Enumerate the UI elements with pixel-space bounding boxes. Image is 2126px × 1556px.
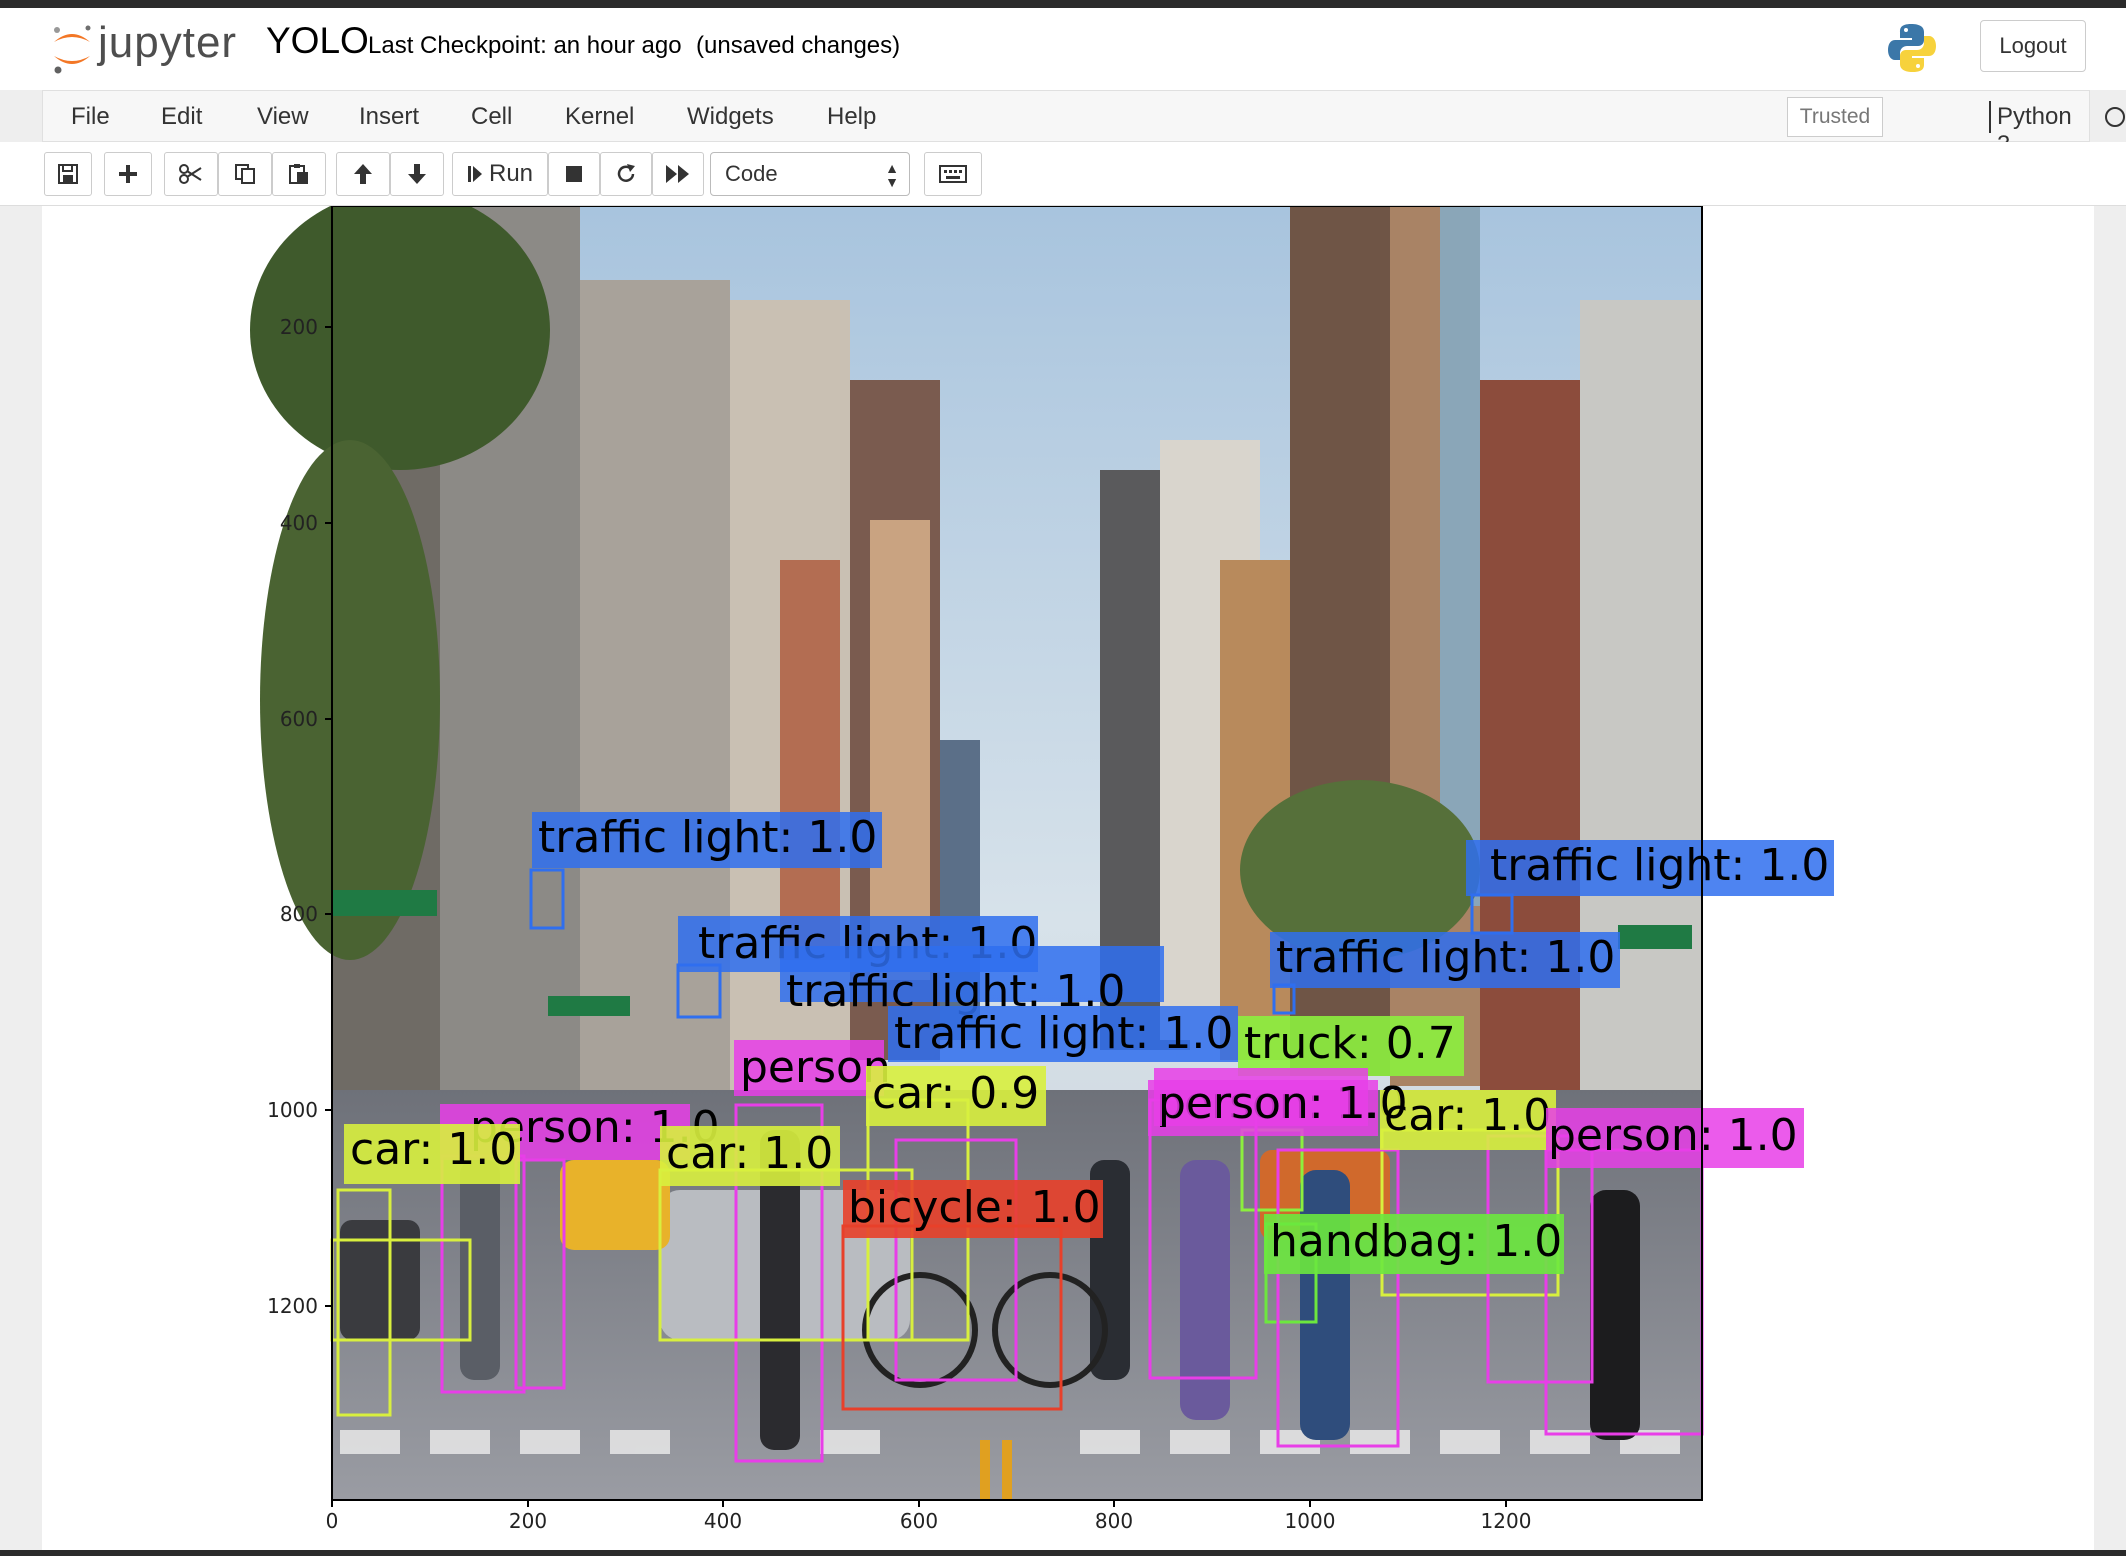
menu-kernel[interactable]: Kernel — [565, 103, 634, 131]
updown-caret-icon: ▲ ▼ — [885, 160, 899, 190]
detection-label: truck: 0.7 — [1238, 1016, 1464, 1076]
detection-label: car: 0.9 — [866, 1066, 1046, 1126]
restart-kernel-button[interactable] — [600, 152, 652, 196]
notebook-header: jupyter YOLO Last Checkpoint: an hour ag… — [0, 8, 2126, 90]
move-up-button[interactable] — [336, 152, 390, 196]
y-tick-label: 800 — [280, 902, 318, 926]
detection-label: bicycle: 1.0 — [843, 1180, 1103, 1238]
y-tick-label: 600 — [280, 707, 318, 731]
cell-type-select[interactable]: Code ▲ ▼ — [710, 152, 910, 196]
refresh-icon — [617, 164, 635, 182]
restart-run-all-button[interactable] — [652, 152, 704, 196]
trusted-badge[interactable]: Trusted — [1787, 97, 1883, 137]
autosave-status: (unsaved changes) — [696, 32, 901, 59]
detection-label-text: bicycle: 1.0 — [848, 1182, 1101, 1233]
detection-label-text: traffic light: 1.0 — [538, 812, 877, 863]
kernel-idle-indicator-icon — [2105, 107, 2125, 127]
scissors-icon — [179, 164, 202, 184]
detection-label-text: traffic light: 1.0 — [1276, 932, 1615, 983]
window-bottom-edge — [0, 1550, 2126, 1556]
detection-label-text: car: 1.0 — [1384, 1090, 1551, 1141]
detection-label-text: person: 1.0 — [1548, 1110, 1798, 1161]
move-down-button[interactable] — [390, 152, 444, 196]
plus-icon — [119, 165, 137, 183]
detection-label: traffic light: 1.0 — [1270, 932, 1620, 988]
run-button[interactable]: Run — [452, 152, 548, 196]
detection-label-text: truck: 0.7 — [1244, 1018, 1456, 1069]
menu-file[interactable]: File — [71, 103, 110, 131]
checkpoint-status: Last Checkpoint: an hour ago — [368, 32, 682, 59]
notebook-name[interactable]: YOLO — [266, 20, 369, 62]
x-tick-label: 400 — [704, 1509, 742, 1533]
detection-label: car: 1.0 — [660, 1126, 840, 1186]
detection-label: person: 1.0 — [1154, 1068, 1408, 1129]
detection-label-text: car: 0.9 — [872, 1068, 1039, 1119]
window-top-edge — [0, 0, 2126, 8]
paste-button[interactable] — [272, 152, 326, 196]
detection-label-text: car: 1.0 — [350, 1124, 517, 1175]
detection-label: traffic light: 1.0 — [888, 1006, 1238, 1062]
menu-help[interactable]: Help — [827, 103, 876, 131]
x-tick-label: 600 — [900, 1509, 938, 1533]
detection-label: handbag: 1.0 — [1264, 1214, 1564, 1274]
x-tick-label: 800 — [1095, 1509, 1133, 1533]
y-tick-label: 1200 — [267, 1294, 318, 1318]
toolbar: Run Code ▲ ▼ — [0, 142, 2126, 206]
fast-forward-icon — [666, 165, 689, 183]
menu-widgets[interactable]: Widgets — [687, 103, 774, 131]
cell-type-value: Code — [725, 161, 778, 186]
menu-cell[interactable]: Cell — [471, 103, 512, 131]
detection-label-text: person: 1.0 — [1158, 1078, 1408, 1129]
copy-icon — [235, 164, 255, 184]
python-logo-icon — [1888, 24, 1936, 72]
insert-cell-button[interactable] — [104, 152, 152, 196]
detection-label-text: handbag: 1.0 — [1270, 1216, 1562, 1267]
kernel-separator — [1989, 101, 1991, 133]
menu-insert[interactable]: Insert — [359, 103, 419, 131]
cut-button[interactable] — [164, 152, 218, 196]
detection-label-text: traffic light: 1.0 — [894, 1008, 1233, 1059]
run-label: Run — [488, 160, 534, 187]
save-icon — [58, 164, 78, 184]
menubar: File Edit View Insert Cell Kernel Widget… — [42, 90, 2125, 158]
detection-label: car: 1.0 — [344, 1124, 520, 1184]
detection-label: person: 1.0 — [1546, 1108, 1804, 1168]
arrow-down-icon — [408, 164, 426, 184]
interrupt-button[interactable] — [548, 152, 600, 196]
x-tick-label: 1200 — [1481, 1509, 1532, 1533]
step-forward-icon — [467, 166, 482, 182]
keyboard-icon — [939, 165, 967, 183]
detection-label-text: traffic light: 1.0 — [1490, 840, 1829, 891]
arrow-up-icon — [354, 164, 372, 184]
paste-icon — [289, 164, 308, 184]
detection-label: traffic light: 1.0 — [1466, 840, 1834, 896]
jupyter-logo-icon[interactable] — [50, 20, 94, 76]
copy-button[interactable] — [218, 152, 272, 196]
cell-output-plot: traffic light: 1.0 traffic light: 1.0 tr… — [250, 206, 1834, 1533]
x-axis: 0 200 400 600 800 1000 1200 — [326, 1500, 1532, 1533]
command-palette-button[interactable] — [924, 152, 982, 196]
x-tick-label: 0 — [326, 1509, 339, 1533]
detection-label-text: car: 1.0 — [666, 1128, 833, 1179]
y-tick-label: 400 — [280, 511, 318, 535]
menu-edit[interactable]: Edit — [161, 103, 202, 131]
save-button[interactable] — [44, 152, 92, 196]
detection-label: traffic light: 1.0 — [532, 812, 882, 868]
stop-icon — [566, 166, 582, 182]
x-tick-label: 200 — [509, 1509, 547, 1533]
logout-button[interactable]: Logout — [1980, 20, 2086, 72]
x-tick-label: 1000 — [1285, 1509, 1336, 1533]
y-tick-label: 200 — [280, 315, 318, 339]
y-tick-label: 1000 — [267, 1098, 318, 1122]
jupyter-logo-text[interactable]: jupyter — [98, 18, 237, 68]
menu-view[interactable]: View — [257, 103, 309, 131]
